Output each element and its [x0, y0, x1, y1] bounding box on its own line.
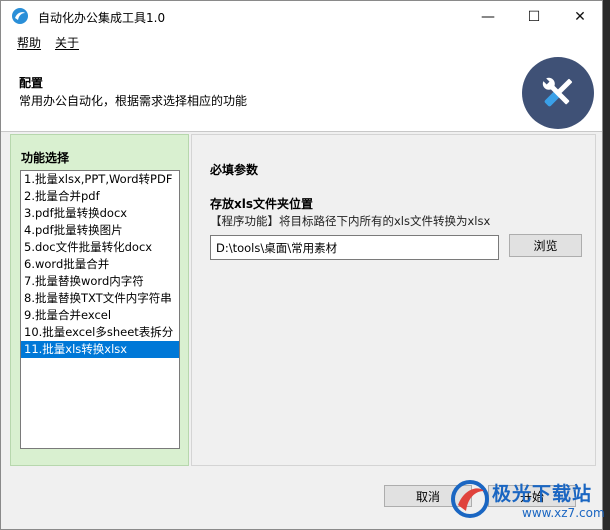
- list-item[interactable]: 11.批量xls转换xlsx: [21, 341, 179, 358]
- header-subtitle: 常用办公自动化，根据需求选择相应的功能: [19, 94, 248, 108]
- browse-button[interactable]: 浏览: [509, 234, 582, 257]
- title-bar[interactable]: 自动化办公集成工具1.0 — ☐ ✕: [1, 1, 602, 32]
- site-watermark: 极光下载站 www.xz7.com: [448, 473, 608, 529]
- header-title: 配置: [19, 76, 44, 90]
- watermark-url: www.xz7.com: [522, 506, 605, 520]
- function-list[interactable]: 1.批量xlsx,PPT,Word转PDF 2.批量合并pdf 3.pdf批量转换d…: [20, 170, 180, 449]
- close-icon: ✕: [574, 8, 586, 25]
- function-panel: 功能选择 1.批量xlsx,PPT,Word转PDF 2.批量合并pdf 3.pdf…: [10, 134, 189, 466]
- config-header: 配置 常用办公自动化，根据需求选择相应的功能: [1, 52, 602, 132]
- folder-path-label: 存放xls文件夹位置: [210, 197, 313, 211]
- maximize-icon: ☐: [527, 8, 541, 25]
- minimize-button[interactable]: —: [465, 1, 511, 32]
- function-panel-title: 功能选择: [21, 151, 70, 165]
- required-params-title: 必填参数: [210, 163, 259, 177]
- watermark-text: 极光下载站: [492, 483, 593, 505]
- list-item[interactable]: 1.批量xlsx,PPT,Word转PDF: [21, 171, 179, 188]
- watermark-logo-icon: [451, 480, 489, 518]
- menu-about[interactable]: 关于: [55, 34, 79, 51]
- folder-path-input[interactable]: [210, 235, 499, 260]
- app-logo-icon: [11, 7, 29, 25]
- list-item[interactable]: 4.pdf批量转换图片: [21, 222, 179, 239]
- list-item[interactable]: 10.批量excel多sheet表拆分: [21, 324, 179, 341]
- list-item[interactable]: 7.批量替换word内字符: [21, 273, 179, 290]
- maximize-button[interactable]: ☐: [511, 1, 557, 32]
- function-description: 【程序功能】将目标路径下内所有的xls文件转换为xlsx: [210, 214, 491, 228]
- list-item[interactable]: 8.批量替换TXT文件内字符串: [21, 290, 179, 307]
- window-title: 自动化办公集成工具1.0: [38, 11, 166, 25]
- list-item[interactable]: 6.word批量合并: [21, 256, 179, 273]
- menu-bar: 帮助 关于: [1, 32, 602, 52]
- close-button[interactable]: ✕: [557, 1, 603, 32]
- minimize-icon: —: [481, 8, 495, 25]
- main-window: 自动化办公集成工具1.0 — ☐ ✕ 帮助 关于 配置 常用办公自动化，根据需求…: [0, 0, 603, 530]
- list-item[interactable]: 9.批量合并excel: [21, 307, 179, 324]
- list-item[interactable]: 2.批量合并pdf: [21, 188, 179, 205]
- list-item[interactable]: 3.pdf批量转换docx: [21, 205, 179, 222]
- list-item[interactable]: 5.doc文件批量转化docx: [21, 239, 179, 256]
- tools-icon: [522, 57, 594, 129]
- menu-help[interactable]: 帮助: [17, 34, 41, 51]
- params-panel: 必填参数 存放xls文件夹位置 【程序功能】将目标路径下内所有的xls文件转换为…: [191, 134, 596, 466]
